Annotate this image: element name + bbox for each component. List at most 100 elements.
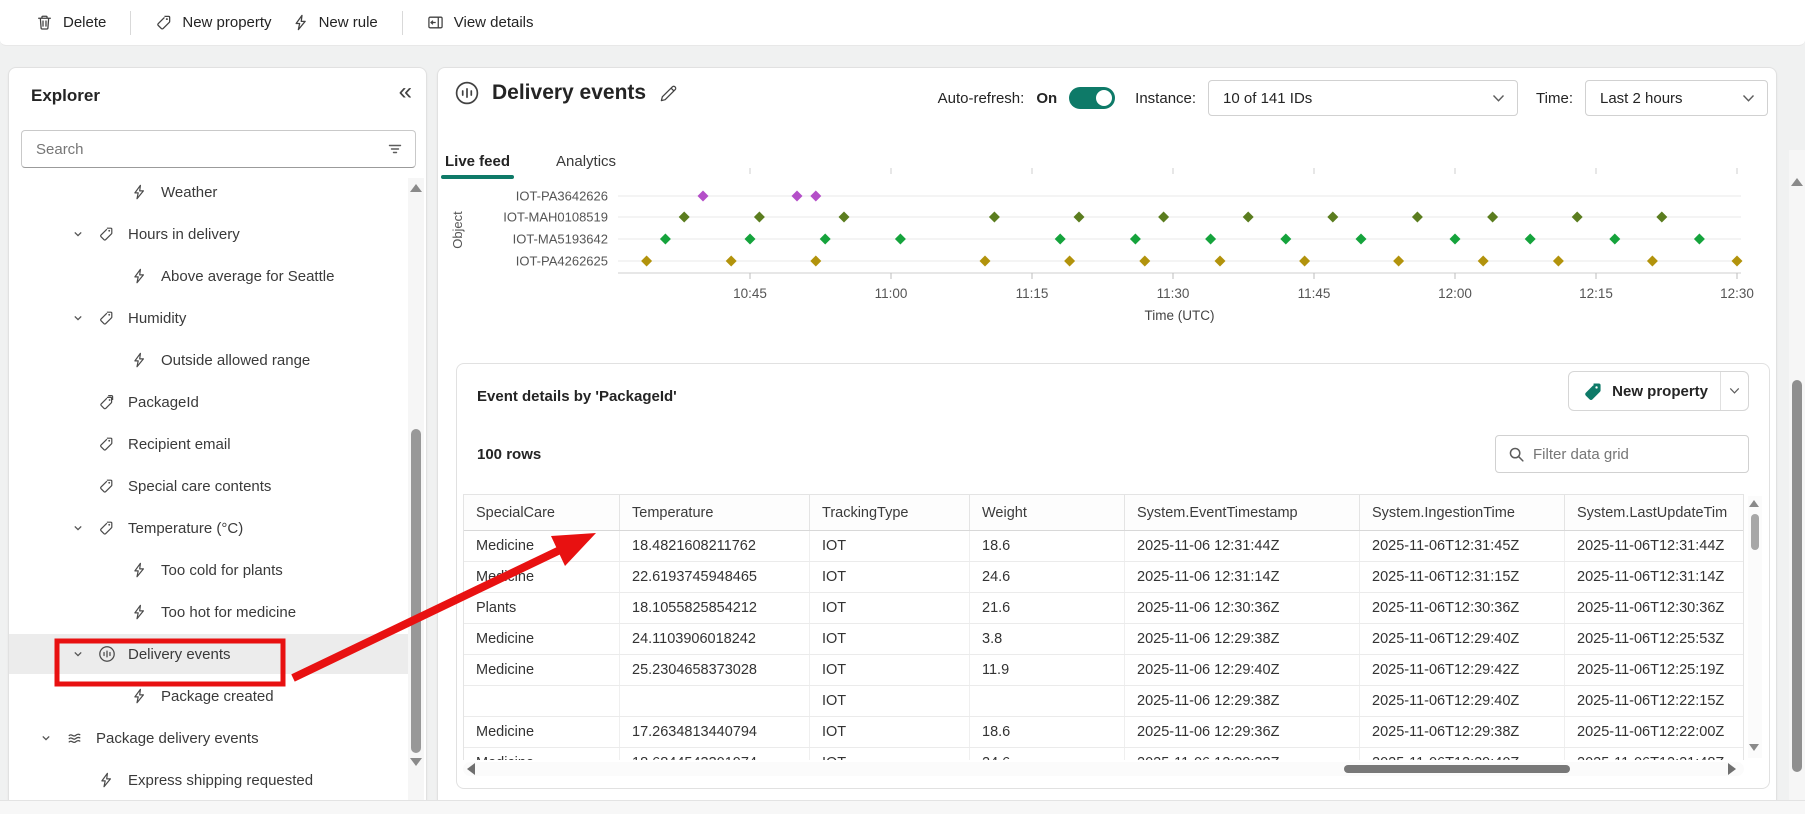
chart-data-point <box>1449 233 1461 245</box>
table-cell: 2025-11-06T12:29:38Z <box>1360 717 1565 747</box>
chart-data-point <box>1477 255 1489 267</box>
collapse-panel-icon[interactable]: « <box>399 78 412 106</box>
table-cell: 2025-11-06T12:31:44Z <box>1565 531 1743 561</box>
sidebar-item-weather[interactable]: Weather <box>9 172 414 212</box>
chart-category-label: IOT-PA4262625 <box>516 254 608 269</box>
chart-data-point <box>838 211 850 223</box>
filter-data-grid-input[interactable] <box>1533 445 1748 463</box>
chevron-down-icon[interactable] <box>72 648 98 660</box>
table-row[interactable]: IOT 2025-11-06 12:29:38Z 2025-11-06T12:29… <box>464 686 1743 717</box>
chart-x-tick-label: 11:45 <box>1298 286 1331 301</box>
sidebar-scroll-up-icon[interactable] <box>410 184 422 192</box>
sidebar-item-recipient-email[interactable]: Recipient email <box>9 424 414 464</box>
sidebar-scrollbar-thumb[interactable] <box>411 429 421 753</box>
table-cell: 2025-11-06 12:30:36Z <box>1125 593 1360 623</box>
search-input[interactable] <box>22 140 387 158</box>
new-property-button[interactable]: New property <box>145 8 281 37</box>
explorer-title: Explorer <box>31 86 100 105</box>
tags-icon <box>98 394 128 411</box>
table-cell: 2025-11-06 12:31:44Z <box>1125 531 1360 561</box>
chevron-down-icon <box>1742 94 1755 103</box>
table-cell: 2025-11-06 12:29:40Z <box>1125 655 1360 685</box>
table-row[interactable]: Medicine 18.4821608211762 IOT 18.6 2025-11-0… <box>464 531 1743 562</box>
grid-scroll-left-icon[interactable] <box>467 763 475 775</box>
time-dropdown[interactable]: Last 2 hours <box>1585 80 1768 116</box>
grid-column-header[interactable]: System.LastUpdateTim <box>1565 495 1743 530</box>
chevron-down-icon[interactable] <box>40 732 66 744</box>
sidebar-item-package-created[interactable]: Package created <box>9 676 414 716</box>
table-cell: 24.6 <box>970 748 1125 760</box>
new-property-menu-button[interactable] <box>1720 372 1748 410</box>
sidebar-item-temperature-c-[interactable]: Temperature (°C) <box>9 508 414 548</box>
new-property-button[interactable]: New property <box>1568 371 1749 411</box>
table-cell: 21.6 <box>970 593 1125 623</box>
table-cell: IOT <box>810 748 970 760</box>
sidebar-item-delivery-events[interactable]: Delivery events <box>9 634 414 674</box>
grid-scroll-down-icon[interactable] <box>1749 744 1759 751</box>
sidebar-item-hours-in-delivery[interactable]: Hours in delivery <box>9 214 414 254</box>
bolt-icon <box>292 14 309 31</box>
table-row[interactable]: Medicine 25.2304658373028 IOT 11.9 2025-11-0… <box>464 655 1743 686</box>
sidebar-item-special-care-contents[interactable]: Special care contents <box>9 466 414 506</box>
grid-scroll-right-icon[interactable] <box>1728 763 1736 775</box>
page-scroll-up-icon[interactable] <box>1791 178 1803 186</box>
chart-category-label: IOT-MA5193642 <box>513 232 608 247</box>
sidebar-item-too-hot-for-medicine[interactable]: Too hot for medicine <box>9 592 414 632</box>
chart-data-point <box>810 255 822 267</box>
grid-column-header[interactable]: SpecialCare <box>464 495 620 530</box>
sidebar-item-above-average-for-seattle[interactable]: Above average for Seattle <box>9 256 414 296</box>
grid-vscrollbar-thumb[interactable] <box>1751 514 1759 550</box>
table-row[interactable]: Plants 18.1055825854212 IOT 21.6 2025-11-06 … <box>464 593 1743 624</box>
chart-x-tick-label: 12:30 <box>1720 286 1754 301</box>
autorefresh-toggle[interactable] <box>1069 87 1116 109</box>
grid-column-header[interactable]: TrackingType <box>810 495 970 530</box>
bolt-icon <box>131 562 161 578</box>
chevron-down-icon[interactable] <box>72 522 98 534</box>
table-cell: 11.9 <box>970 655 1125 685</box>
table-cell: Medicine <box>464 717 620 747</box>
chevron-down-icon[interactable] <box>72 312 98 324</box>
sidebar-item-express-shipping-requested[interactable]: Express shipping requested <box>9 760 414 800</box>
page-scrollbar-thumb[interactable] <box>1792 380 1802 772</box>
sidebar-item-packageid[interactable]: PackageId <box>9 382 414 422</box>
toolbar-divider <box>401 10 403 35</box>
delete-button[interactable]: Delete <box>26 8 116 37</box>
chevron-down-icon[interactable] <box>72 228 98 240</box>
toolbar: Delete New property New rule View details <box>0 0 1805 46</box>
sidebar-item-package-delivery-events[interactable]: Package delivery events <box>9 718 414 758</box>
bolt-icon <box>131 352 161 368</box>
grid-column-header[interactable]: System.EventTimestamp <box>1125 495 1360 530</box>
chart-data-point <box>1571 211 1583 223</box>
table-row[interactable]: Medicine 22.6193745948465 IOT 24.6 2025-11-0… <box>464 562 1743 593</box>
table-cell: 2025-11-06 12:31:14Z <box>1125 562 1360 592</box>
sidebar-item-outside-allowed-range[interactable]: Outside allowed range <box>9 340 414 380</box>
pulse-icon <box>98 645 128 663</box>
table-row[interactable]: Medicine 17.2634813440794 IOT 18.6 2025-11-0… <box>464 717 1743 748</box>
table-row[interactable]: Medicine 24.1103906018242 IOT 3.8 2025-11-06… <box>464 624 1743 655</box>
table-cell: Medicine <box>464 562 620 592</box>
edit-title-icon[interactable] <box>658 83 679 104</box>
instance-dropdown[interactable]: 10 of 141 IDs <box>1208 80 1519 116</box>
table-cell: 2025-11-06T12:30:36Z <box>1565 593 1743 623</box>
grid-scroll-up-icon[interactable] <box>1749 500 1759 507</box>
table-cell: Plants <box>464 593 620 623</box>
sidebar-item-humidity[interactable]: Humidity <box>9 298 414 338</box>
table-row[interactable]: Medicine18.6844543301974IOT24.62025-11-0… <box>464 748 1743 760</box>
grid-hscrollbar-thumb[interactable] <box>1344 765 1570 773</box>
table-cell: 2025-11-06T12:31:14Z <box>1565 562 1743 592</box>
chart-x-axis-title: Time (UTC) <box>1145 308 1215 323</box>
chart-data-point <box>678 211 690 223</box>
chart-data-point <box>894 233 906 245</box>
chart-x-tick-label: 11:00 <box>875 286 908 301</box>
sidebar-scroll-down-icon[interactable] <box>410 758 422 766</box>
table-cell: 3.8 <box>970 624 1125 654</box>
grid-column-header[interactable]: System.IngestionTime <box>1360 495 1565 530</box>
pulse-icon <box>454 80 480 106</box>
toggle-knob <box>1096 90 1113 106</box>
table-cell: 24.6 <box>970 562 1125 592</box>
view-details-button[interactable]: View details <box>417 8 544 37</box>
new-rule-button[interactable]: New rule <box>282 8 388 37</box>
grid-column-header[interactable]: Temperature <box>620 495 810 530</box>
sidebar-item-too-cold-for-plants[interactable]: Too cold for plants <box>9 550 414 590</box>
grid-column-header[interactable]: Weight <box>970 495 1125 530</box>
